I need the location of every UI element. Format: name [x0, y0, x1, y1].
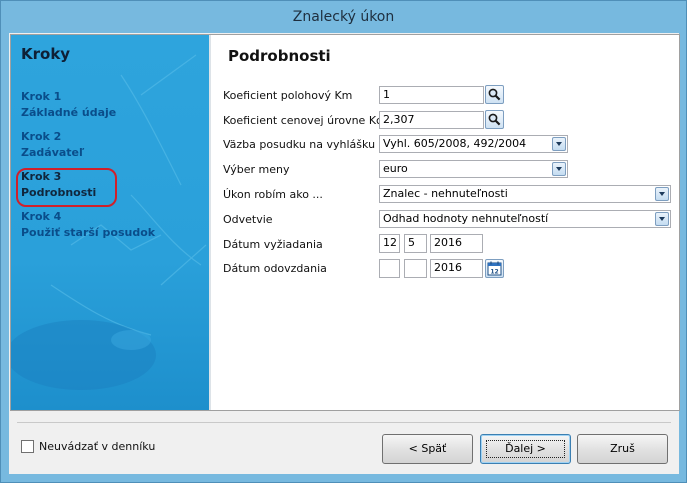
- kcu-input[interactable]: 2,307: [379, 111, 484, 129]
- kcu-lookup-button[interactable]: [485, 110, 504, 129]
- odvetvie-label: Odvetvie: [223, 213, 273, 226]
- odovzdania-day-input[interactable]: [379, 259, 400, 278]
- wizard-content: Kroky Krok 1 Základné údaje Krok 2 Zadáv…: [10, 34, 680, 411]
- odvetvie-value: Odhad hodnoty nehnuteľností: [383, 212, 549, 225]
- calendar-icon: 12: [487, 261, 502, 276]
- mena-label: Výber meny: [223, 163, 290, 176]
- chevron-down-icon[interactable]: [655, 187, 669, 201]
- steps-panel: Kroky Krok 1 Základné údaje Krok 2 Zadáv…: [11, 35, 209, 410]
- ukon-label: Úkon robím ako ...: [223, 188, 323, 201]
- focus-rectangle: [486, 440, 565, 458]
- vyziadania-day-input[interactable]: 12: [379, 234, 400, 253]
- wizard-window: Znalecký úkon Kroky Krok 1 Základné údaj…: [0, 0, 687, 483]
- vyhlaska-label: Väzba posudku na vyhlášku: [223, 138, 376, 151]
- svg-text:12: 12: [490, 269, 498, 276]
- steps-title: Kroky: [21, 45, 71, 63]
- magnifier-icon: [488, 113, 501, 126]
- km-label: Koeficient polohový Km: [223, 89, 353, 102]
- step-4-number: Krok 4: [21, 210, 62, 223]
- vyhlaska-value: Vyhl. 605/2008, 492/2004: [383, 137, 527, 150]
- step-2-number: Krok 2: [21, 130, 62, 143]
- chevron-down-icon[interactable]: [655, 212, 669, 226]
- details-panel: Podrobnosti Koeficient polohový Km 1 Koe…: [211, 35, 679, 410]
- chevron-down-icon[interactable]: [552, 162, 566, 176]
- step-1-number: Krok 1: [21, 90, 62, 103]
- neuvadzat-checkbox[interactable]: [21, 440, 34, 453]
- km-input[interactable]: 1: [379, 86, 484, 104]
- step-1: Krok 1 Základné údaje: [21, 89, 116, 121]
- odovzdania-calendar-button[interactable]: 12: [485, 259, 504, 278]
- mena-select[interactable]: euro: [379, 160, 568, 178]
- details-title: Podrobnosti: [228, 47, 331, 65]
- magnifier-icon: [488, 88, 501, 101]
- neuvadzat-checkbox-label[interactable]: Neuvádzať v denníku: [39, 440, 155, 453]
- cancel-button[interactable]: Zruš: [577, 434, 668, 464]
- odovzdania-label: Dátum odovzdania: [223, 262, 327, 275]
- back-button[interactable]: < Späť: [382, 434, 473, 464]
- chevron-down-icon[interactable]: [552, 137, 566, 151]
- ukon-value: Znalec - nehnuteľnosti: [383, 187, 508, 200]
- window-title: Znalecký úkon: [292, 9, 395, 25]
- ukon-select[interactable]: Znalec - nehnuteľnosti: [379, 185, 671, 203]
- vyhlaska-select[interactable]: Vyhl. 605/2008, 492/2004: [379, 135, 568, 153]
- km-lookup-button[interactable]: [485, 85, 504, 104]
- step-2-label: Zadávateľ: [21, 146, 85, 159]
- step-3: Krok 3 Podrobnosti: [21, 169, 96, 201]
- step-3-label: Podrobnosti: [21, 186, 97, 199]
- odovzdania-month-input[interactable]: [404, 259, 427, 278]
- step-3-number: Krok 3: [21, 170, 62, 183]
- footer-divider: [17, 422, 671, 423]
- step-4: Krok 4 Použiť starší posudok: [21, 209, 155, 241]
- step-1-label: Základné údaje: [21, 106, 117, 119]
- kcu-label: Koeficient cenovej úrovne Kcu: [223, 114, 390, 127]
- dialog-client: Kroky Krok 1 Základné údaje Krok 2 Zadáv…: [9, 33, 680, 474]
- step-2: Krok 2 Zadávateľ: [21, 129, 84, 161]
- vyziadania-month-input[interactable]: 5: [404, 234, 427, 253]
- mena-value: euro: [383, 162, 408, 175]
- vyziadania-label: Dátum vyžiadania: [223, 238, 323, 251]
- odvetvie-select[interactable]: Odhad hodnoty nehnuteľností: [379, 210, 671, 228]
- step-4-label: Použiť starší posudok: [21, 226, 156, 239]
- odovzdania-year-input[interactable]: 2016: [430, 259, 483, 278]
- next-button[interactable]: Ďalej >: [480, 434, 571, 464]
- vyziadania-year-input[interactable]: 2016: [430, 234, 483, 253]
